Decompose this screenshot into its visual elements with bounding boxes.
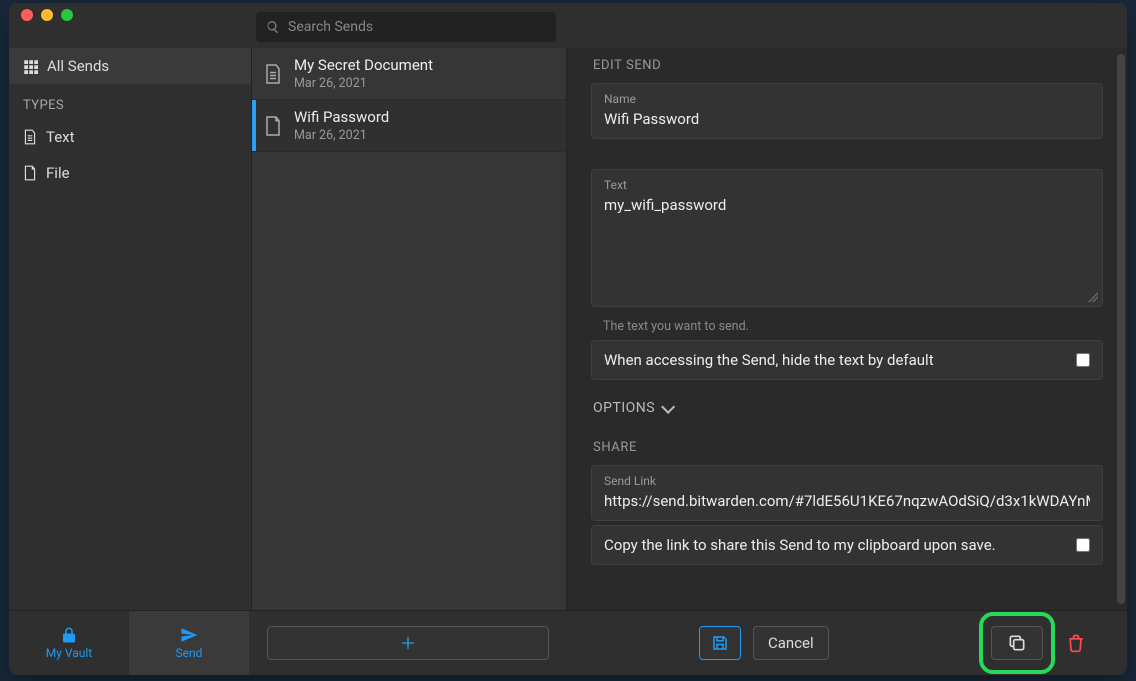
text-file-icon (23, 129, 37, 145)
list-item-title: Wifi Password (294, 108, 389, 126)
send-link-label: Send Link (604, 474, 1090, 488)
hide-text-row[interactable]: When accessing the Send, hide the text b… (591, 340, 1103, 380)
sidebar-all-sends[interactable]: All Sends (9, 48, 251, 84)
lock-icon (60, 626, 78, 644)
delete-button[interactable] (1055, 626, 1097, 660)
text-hint: The text you want to send. (591, 311, 1103, 340)
search-sends-field[interactable]: Search Sends (256, 12, 556, 42)
resize-handle[interactable] (1088, 292, 1098, 302)
send-link-box: Send Link (591, 465, 1103, 521)
share-header: SHARE (593, 440, 1103, 455)
footer: My Vault Send Cancel (9, 610, 1127, 675)
send-icon (180, 626, 198, 644)
copy-on-save-row[interactable]: Copy the link to share this Send to my c… (591, 525, 1103, 565)
name-input[interactable] (604, 110, 1090, 128)
right-actions (991, 626, 1127, 660)
list-item[interactable]: My Secret Document Mar 26, 2021 (252, 48, 566, 100)
add-send-button[interactable] (267, 626, 549, 660)
send-list: My Secret Document Mar 26, 2021 Wifi Pas… (252, 48, 567, 610)
titlebar: Search Sends (9, 3, 1127, 48)
sidebar-type-file[interactable]: File (9, 155, 251, 191)
sidebar-all-sends-label: All Sends (47, 57, 109, 75)
save-button[interactable] (699, 626, 741, 660)
sidebar: All Sends TYPES Text File (9, 48, 252, 610)
text-field-box: Text (591, 169, 1103, 307)
app-window: Search Sends All Sends TYPES Text File (9, 3, 1127, 675)
minimize-window-button[interactable] (41, 9, 53, 21)
hide-text-label: When accessing the Send, hide the text b… (604, 351, 934, 369)
grid-icon (23, 59, 38, 74)
main-area: All Sends TYPES Text File My Secret Docu… (9, 48, 1127, 610)
sidebar-types-header: TYPES (9, 84, 251, 119)
sidebar-type-text-label: Text (46, 128, 75, 146)
edit-send-header: EDIT SEND (593, 58, 1103, 73)
options-toggle[interactable]: OPTIONS (593, 400, 1101, 416)
detail-pane: EDIT SEND Name Text The text you want to… (567, 48, 1127, 610)
list-item-date: Mar 26, 2021 (294, 128, 389, 143)
plus-icon (400, 635, 416, 651)
search-placeholder: Search Sends (288, 19, 373, 35)
copy-on-save-label: Copy the link to share this Send to my c… (604, 536, 996, 554)
scrollbar[interactable] (1117, 54, 1125, 604)
options-label: OPTIONS (593, 400, 655, 416)
tab-my-vault[interactable]: My Vault (9, 611, 129, 675)
list-item-title: My Secret Document (294, 56, 433, 74)
save-icon (711, 634, 729, 652)
tab-my-vault-label: My Vault (46, 646, 93, 660)
name-label: Name (604, 92, 1090, 106)
cancel-label: Cancel (768, 634, 814, 652)
list-item[interactable]: Wifi Password Mar 26, 2021 (252, 100, 566, 152)
tab-send-label: Send (176, 646, 203, 660)
sidebar-type-file-label: File (46, 164, 70, 182)
file-icon (23, 165, 37, 181)
list-item-text: My Secret Document Mar 26, 2021 (294, 56, 433, 91)
chevron-down-icon (661, 402, 673, 414)
name-field-box: Name (591, 83, 1103, 139)
send-link-input[interactable] (604, 492, 1090, 510)
copy-link-button[interactable] (991, 626, 1043, 660)
text-file-icon (264, 63, 282, 85)
trash-icon (1066, 633, 1086, 653)
search-icon (266, 20, 280, 34)
copy-on-save-checkbox[interactable] (1076, 538, 1090, 552)
copy-icon (1007, 633, 1027, 653)
list-item-text: Wifi Password Mar 26, 2021 (294, 108, 389, 143)
maximize-window-button[interactable] (61, 9, 73, 21)
window-controls (21, 3, 256, 21)
sidebar-type-text[interactable]: Text (9, 119, 251, 155)
list-item-date: Mar 26, 2021 (294, 76, 433, 91)
text-input[interactable] (604, 196, 1090, 296)
close-window-button[interactable] (21, 9, 33, 21)
cancel-button[interactable]: Cancel (753, 626, 829, 660)
file-icon (264, 115, 282, 137)
text-label: Text (604, 178, 1090, 192)
hide-text-checkbox[interactable] (1076, 353, 1090, 367)
tab-send[interactable]: Send (129, 611, 249, 675)
